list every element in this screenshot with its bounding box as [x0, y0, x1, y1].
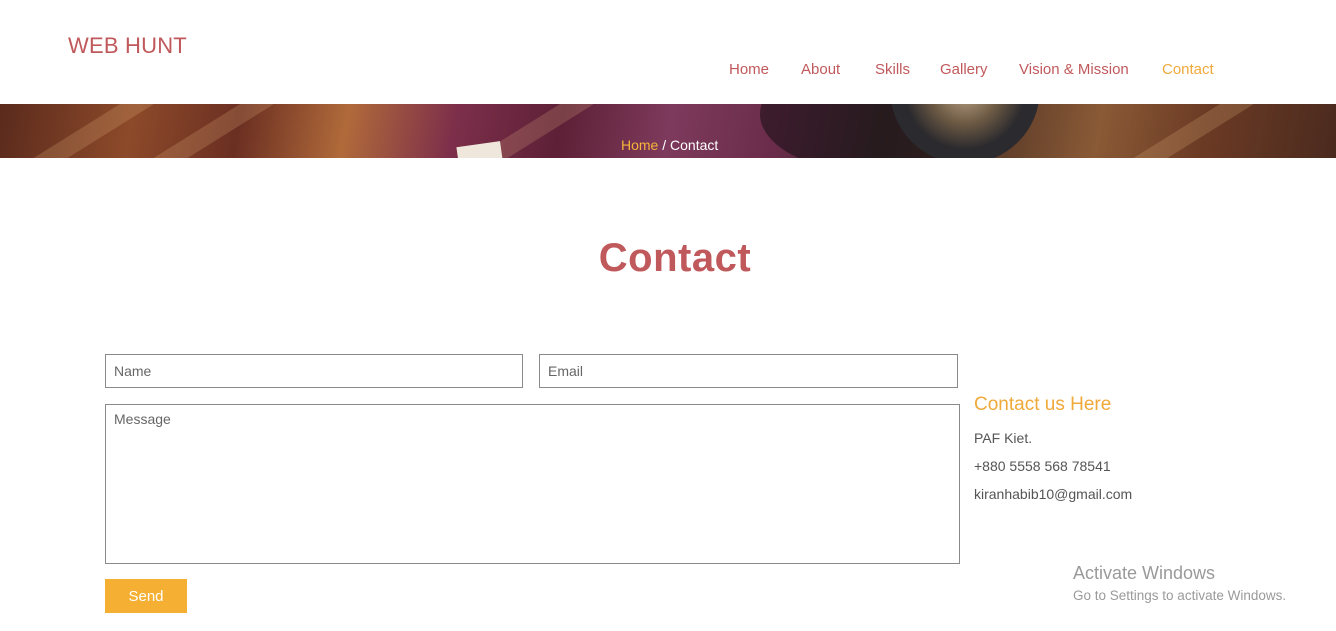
- message-textarea[interactable]: [105, 404, 960, 564]
- page-title: Contact: [598, 236, 752, 280]
- nav-item-vision-mission[interactable]: Vision & Mission: [1019, 61, 1129, 78]
- nav-item-contact[interactable]: Contact: [1162, 61, 1214, 78]
- contact-address: PAF Kiet.: [974, 430, 1033, 446]
- banner-wood-streak: [1124, 104, 1254, 158]
- nav-item-home[interactable]: Home: [729, 61, 769, 78]
- banner-paper: [456, 141, 504, 158]
- site-header: WEB HUNT Home About Skills Gallery Visio…: [0, 0, 1336, 104]
- banner-wood-streak: [144, 104, 274, 158]
- email-input[interactable]: [539, 354, 958, 388]
- contact-info-heading: Contact us Here: [974, 394, 1112, 415]
- activate-windows-title: Activate Windows: [1073, 563, 1216, 583]
- breadcrumb-home-link[interactable]: Home: [621, 137, 658, 153]
- breadcrumb: Home / Contact: [621, 137, 718, 153]
- nav-item-gallery[interactable]: Gallery: [940, 61, 988, 78]
- main-nav: Home About Skills Gallery Vision & Missi…: [0, 61, 1336, 81]
- nav-item-about[interactable]: About: [801, 61, 840, 78]
- activate-windows-subtitle: Go to Settings to activate Windows.: [1073, 588, 1287, 603]
- send-button[interactable]: Send: [105, 579, 187, 613]
- banner-wood-streak: [24, 104, 154, 158]
- contact-email: kiranhabib10@gmail.com: [974, 486, 1133, 502]
- name-input[interactable]: [105, 354, 523, 388]
- contact-phone: +880 5558 568 78541: [974, 458, 1111, 474]
- nav-item-skills[interactable]: Skills: [875, 61, 910, 78]
- breadcrumb-separator: /: [658, 137, 671, 153]
- breadcrumb-current: Contact: [670, 137, 719, 153]
- site-logo[interactable]: WEB HUNT: [68, 33, 187, 59]
